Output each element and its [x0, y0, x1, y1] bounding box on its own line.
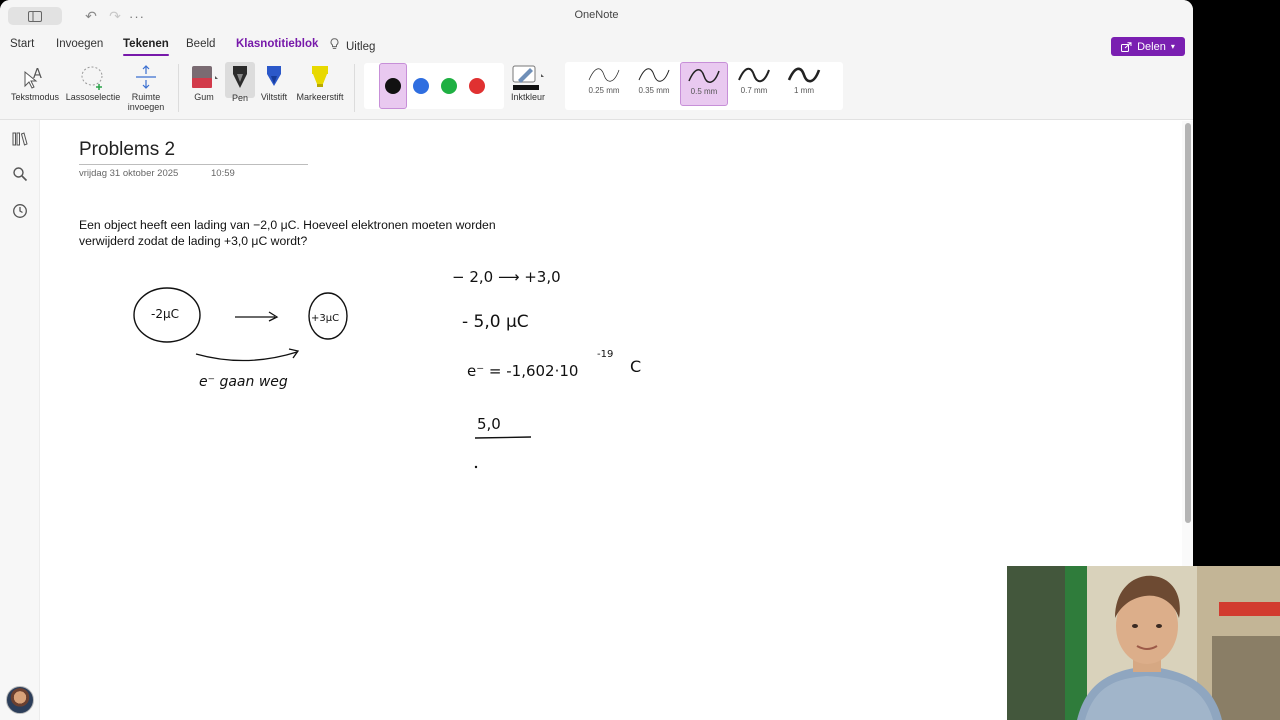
ink-step-3-unit: C — [630, 357, 641, 376]
presenter-video-image — [1007, 566, 1280, 720]
pen-icon — [233, 66, 247, 88]
thickness-label: 0.35 mm — [638, 86, 670, 95]
ink-electrons-label: e⁻ gaan weg — [199, 374, 288, 390]
notebooks-icon[interactable] — [11, 130, 29, 148]
insert-space-icon — [136, 65, 156, 89]
insert-space-label-2: invoegen — [127, 102, 165, 112]
ink-step-1: − 2,0 ⟶ +3,0 — [452, 268, 561, 286]
highlighter-label: Markeerstift — [296, 92, 344, 102]
color-swatch-green[interactable] — [441, 78, 457, 94]
tab-uitleg-label: Uitleg — [346, 41, 376, 53]
text-mode-label: Tekstmodus — [10, 92, 60, 102]
ink-color-button[interactable]: Inktkleur — [506, 62, 550, 102]
color-swatch-red[interactable] — [469, 78, 485, 94]
recent-clock-icon[interactable] — [11, 202, 29, 220]
felt-tip-button[interactable]: Viltstift — [258, 62, 290, 102]
ink-step-2: - 5,0 μC — [462, 312, 529, 332]
thickness-0-25mm[interactable]: 0.25 mm — [580, 62, 628, 106]
lasso-icon — [81, 66, 103, 90]
felt-tip-label: Viltstift — [260, 92, 288, 102]
tab-beeld[interactable]: Beeld — [186, 38, 215, 50]
share-label: Delen — [1137, 40, 1166, 53]
stroke-sample-icon — [638, 68, 670, 82]
ribbon-divider — [354, 64, 355, 112]
stroke-sample-icon — [588, 68, 620, 82]
color-swatch-black[interactable] — [385, 78, 401, 94]
ink-color-icon — [512, 65, 544, 90]
ink-step-4: 5,0 — [477, 415, 501, 433]
tab-klasnotitieblok[interactable]: Klasnotitieblok — [236, 38, 318, 50]
share-button[interactable]: Delen ▾ — [1111, 37, 1185, 56]
ink-step-3-exp: -19 — [597, 349, 613, 360]
insert-space-button[interactable]: Ruimte invoegen — [124, 62, 168, 112]
chevron-down-icon: ▾ — [1170, 42, 1175, 51]
title-bar: ↶ ↷ ··· OneNote — [0, 0, 1193, 32]
lasso-select-button[interactable]: Lassoselectie — [65, 62, 121, 102]
ink-arrow-right — [235, 311, 279, 322]
app-title: OneNote — [574, 9, 619, 21]
lasso-label: Lassoselectie — [65, 92, 121, 102]
thickness-0-35mm[interactable]: 0.35 mm — [630, 62, 678, 106]
text-cursor-icon: A — [24, 67, 42, 89]
ink-left-charge: -2μC — [151, 307, 179, 321]
ink-dot — [474, 465, 478, 469]
thickness-label: 1 mm — [794, 86, 814, 95]
highlighter-button[interactable]: Markeerstift — [294, 62, 346, 102]
color-swatch-blue[interactable] — [413, 78, 429, 94]
eraser-button[interactable]: Gum — [186, 62, 222, 102]
thickness-1mm[interactable]: 1 mm — [780, 62, 828, 106]
scrollbar-thumb[interactable] — [1185, 123, 1191, 523]
tab-uitleg[interactable]: Uitleg — [330, 38, 375, 53]
ink-fraction-bar — [474, 436, 532, 439]
ink-color-label: Inktkleur — [510, 92, 545, 102]
menu-bar: Start Invoegen Tekenen Beeld Klasnotitie… — [0, 32, 1193, 58]
tab-tekenen[interactable]: Tekenen — [123, 38, 169, 56]
thickness-label: 0.7 mm — [740, 86, 768, 95]
thickness-label: 0.25 mm — [588, 86, 620, 95]
stroke-sample-icon — [787, 67, 821, 83]
pen-label-wrap: Pen — [228, 93, 252, 103]
highlighter-icon — [312, 66, 328, 87]
webcam-overlay — [1007, 566, 1280, 720]
tab-start[interactable]: Start — [10, 38, 34, 50]
ink-step-3-base: e⁻ = -1,602·10 — [467, 362, 578, 380]
insert-space-label-1: Ruimte — [131, 92, 161, 102]
tab-invoegen[interactable]: Invoegen — [56, 38, 103, 50]
left-nav-rail — [0, 120, 40, 720]
draw-ribbon: A Tekstmodus Lassoselectie Ruimte invoeg… — [0, 58, 1193, 120]
eraser-label: Gum — [194, 92, 214, 102]
lightbulb-icon — [330, 38, 340, 53]
stroke-sample-icon — [738, 67, 770, 83]
felt-tip-icon — [267, 66, 281, 86]
ribbon-divider — [178, 64, 179, 112]
text-mode-button[interactable]: A Tekstmodus — [10, 62, 60, 102]
ink-right-charge: +3μC — [311, 313, 339, 324]
search-icon[interactable] — [11, 165, 29, 183]
ink-curved-arrow — [195, 348, 300, 362]
thickness-0-7mm[interactable]: 0.7 mm — [730, 62, 778, 106]
thickness-label: 0.5 mm — [690, 87, 718, 96]
thickness-0-5mm[interactable]: 0.5 mm — [680, 62, 728, 106]
eraser-icon — [192, 66, 218, 88]
pen-label: Pen — [231, 93, 248, 103]
share-icon — [1121, 41, 1132, 52]
avatar[interactable] — [6, 686, 34, 714]
stroke-sample-icon — [688, 69, 720, 83]
